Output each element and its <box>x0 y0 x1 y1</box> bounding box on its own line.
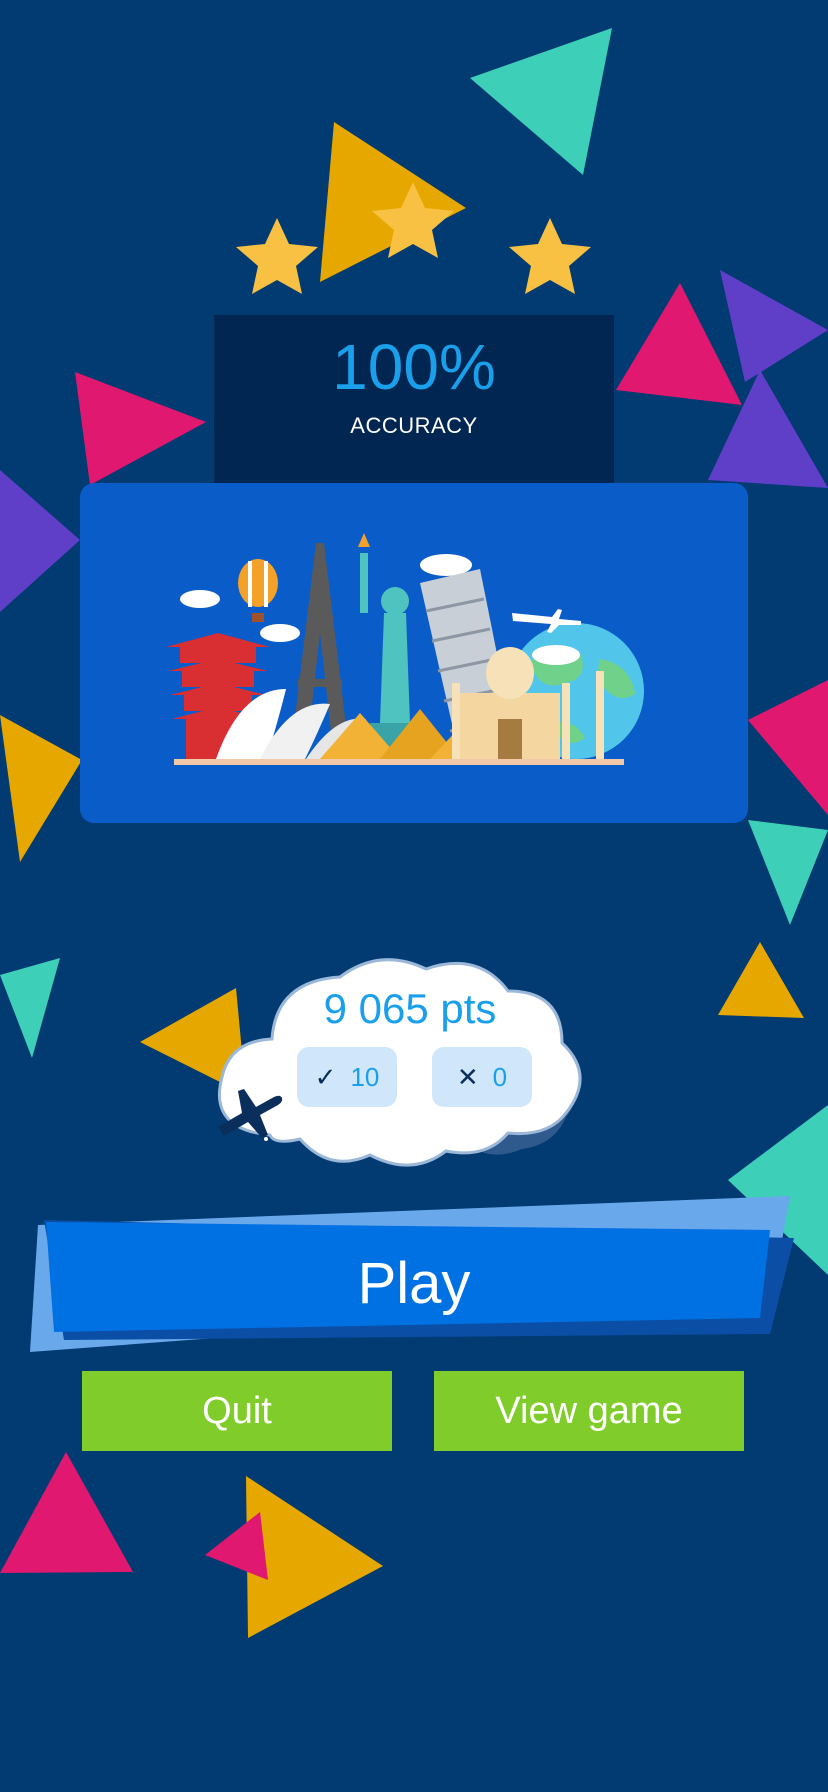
correct-count-chip: ✓ 10 <box>297 1047 397 1107</box>
landmarks-card <box>80 483 748 823</box>
rating-stars <box>236 182 591 294</box>
wrong-count-chip: ✕ 0 <box>432 1047 532 1107</box>
landmarks-illustration <box>166 533 644 765</box>
star-icon <box>509 218 591 294</box>
airplane-icon <box>218 1089 283 1141</box>
view-game-button[interactable]: View game <box>434 1371 744 1451</box>
quit-button[interactable]: Quit <box>82 1371 392 1451</box>
check-icon: ✓ <box>314 1061 337 1092</box>
play-label: Play <box>357 1251 471 1316</box>
wrong-count: 0 <box>492 1061 508 1092</box>
star-icon <box>372 182 454 258</box>
score-points: 9 065 pts <box>323 985 497 1032</box>
accuracy-label: ACCURACY <box>350 413 478 438</box>
close-icon: ✕ <box>456 1061 479 1092</box>
play-button[interactable]: Play <box>28 1190 800 1360</box>
correct-count: 10 <box>350 1061 380 1092</box>
star-icon <box>236 218 318 294</box>
accuracy-value: 100% <box>332 331 496 403</box>
accuracy-panel: 100% ACCURACY <box>214 315 614 483</box>
score-cloud: 9 065 pts ✓ 10 ✕ 0 <box>210 925 610 1170</box>
